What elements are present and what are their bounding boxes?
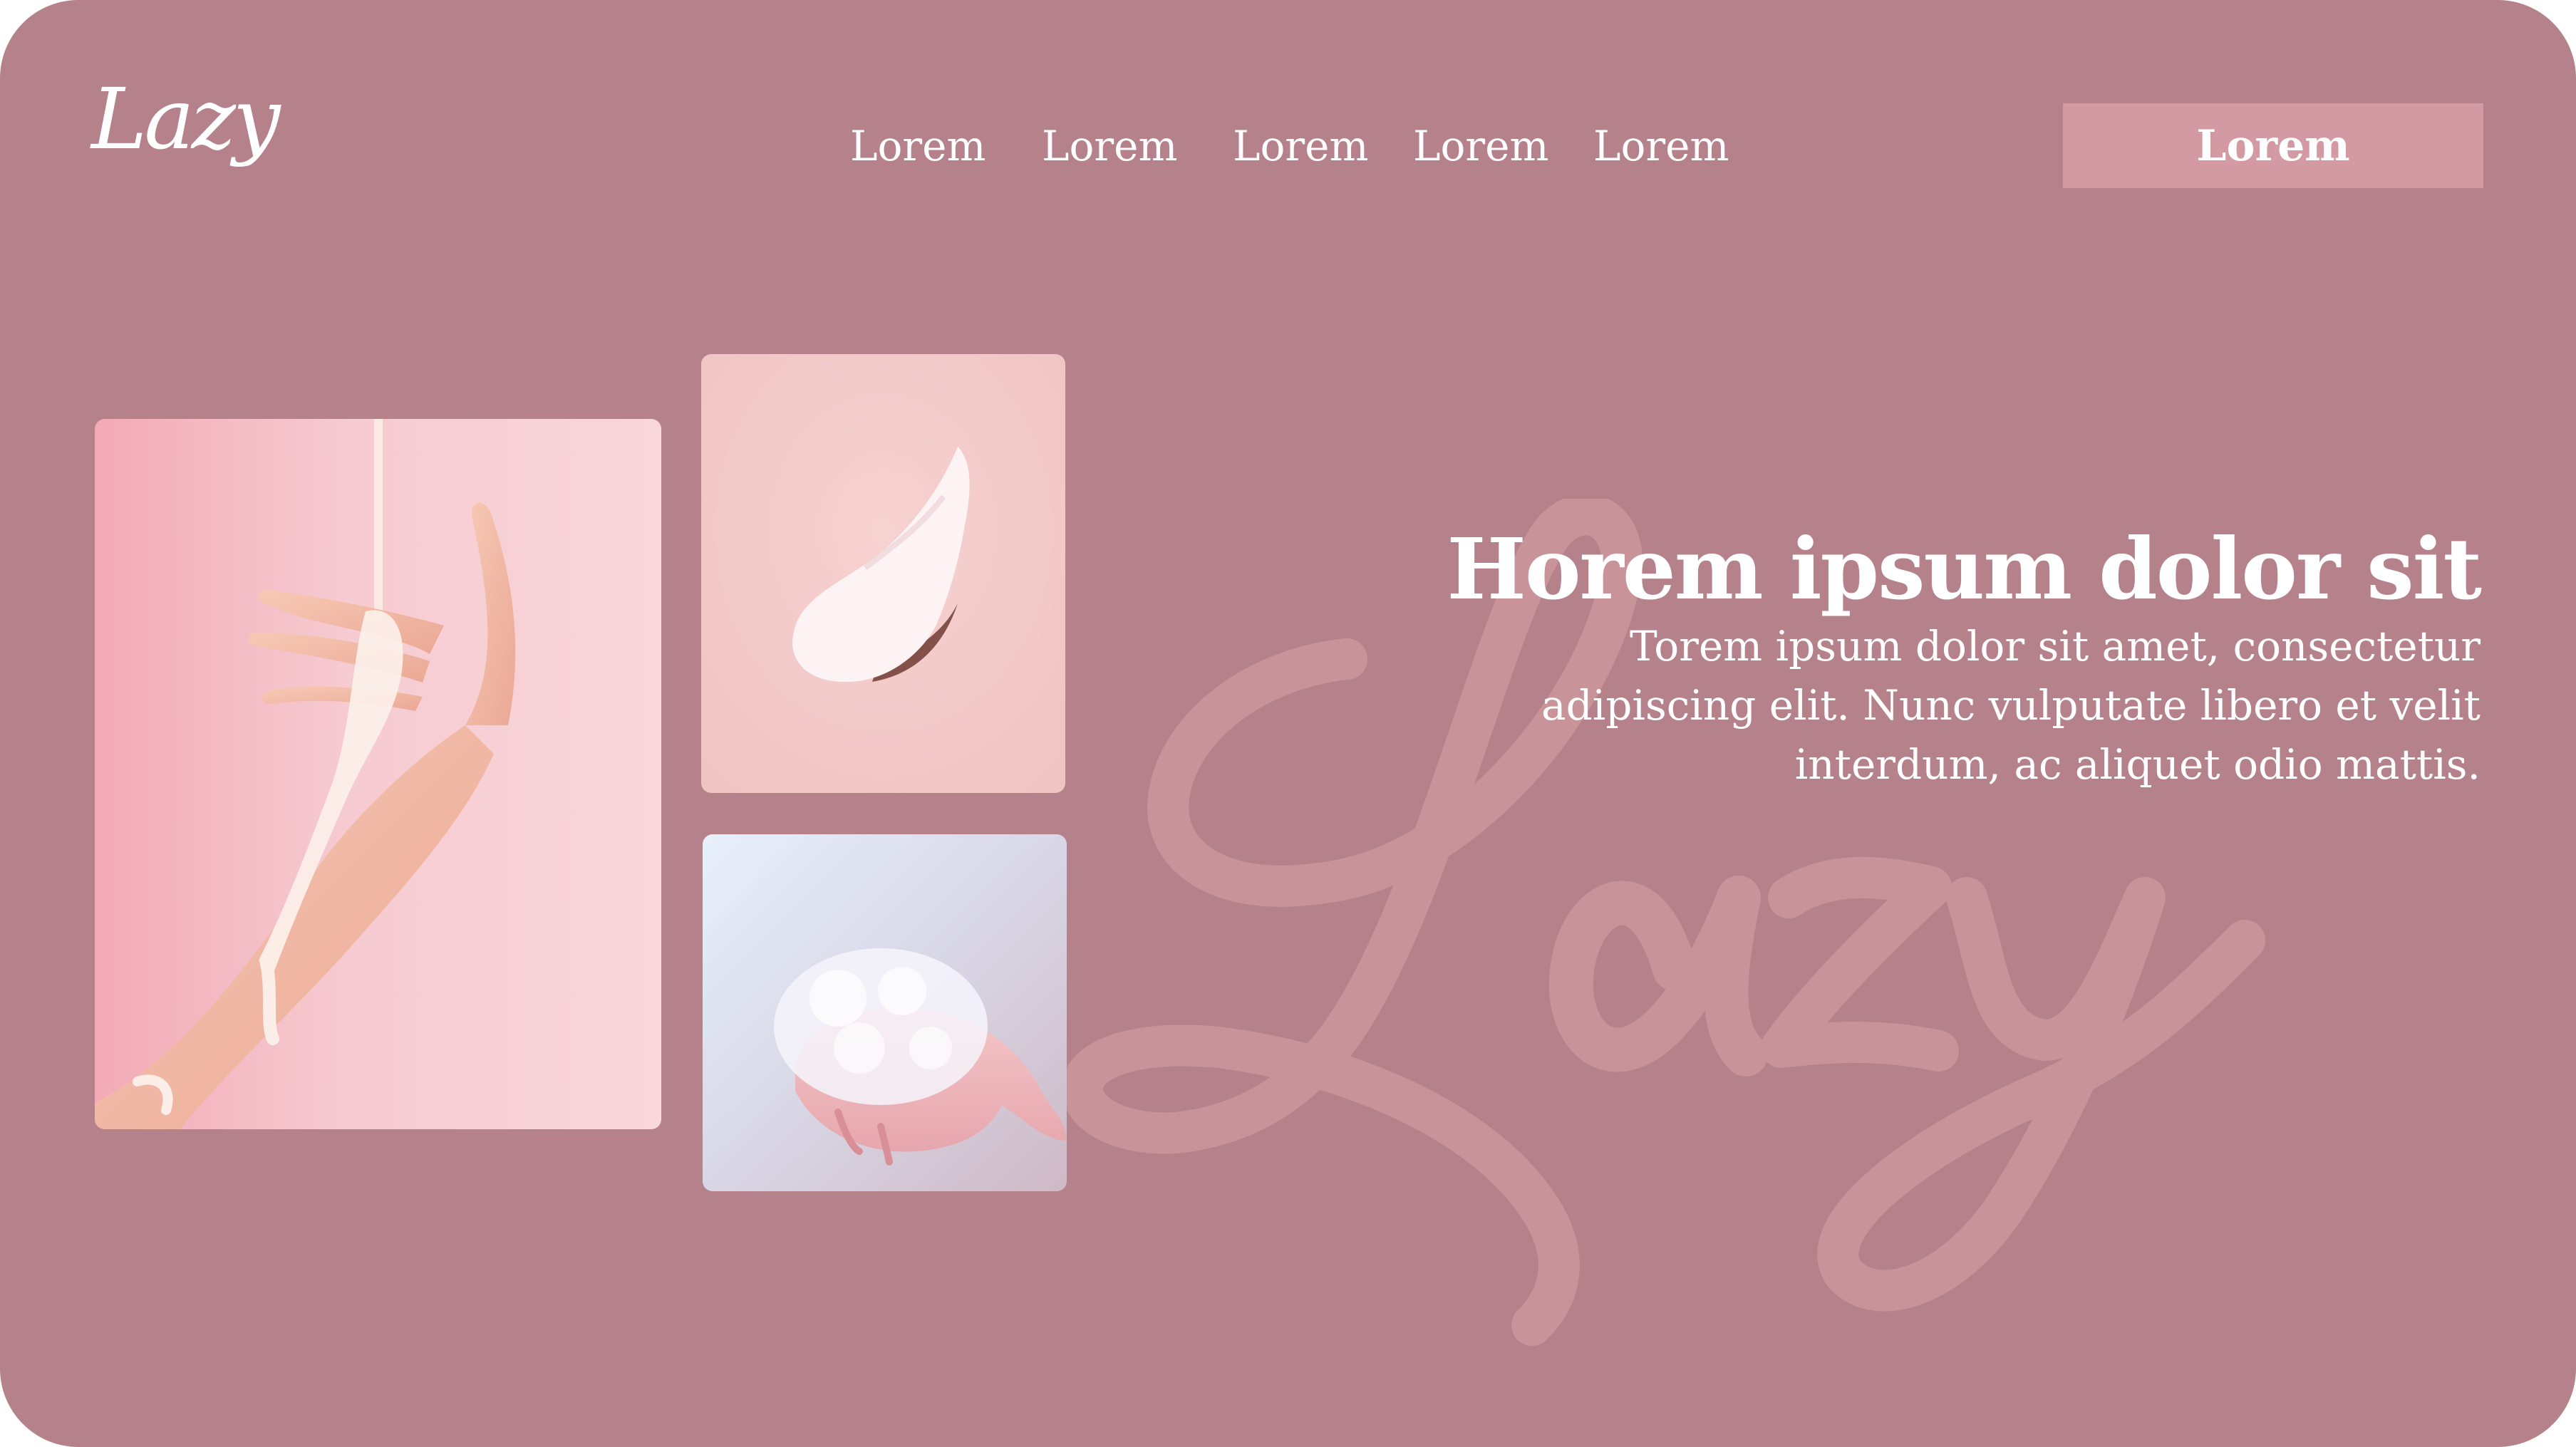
landing-page: Lazy Lorem Lorem Lorem Lorem Lorem Lorem: [0, 0, 2576, 1447]
nav-link-3[interactable]: Lorem: [1233, 118, 1368, 175]
nav-link-1[interactable]: Lorem: [850, 118, 986, 175]
cream-swatch-image: [701, 354, 1065, 793]
nav-link-5[interactable]: Lorem: [1593, 118, 1729, 175]
hero-body: Torem ipsum dolor sit amet, consectetur …: [1541, 622, 2481, 789]
hand-foam-image: [703, 834, 1067, 1191]
nav-link-2[interactable]: Lorem: [1042, 118, 1177, 175]
hero-title: Horem ipsum dolor sit: [1447, 519, 2482, 619]
hand-cream-image: [95, 419, 661, 1129]
nav-link-4[interactable]: Lorem: [1413, 118, 1548, 175]
cta-button[interactable]: Lorem: [2063, 103, 2483, 188]
